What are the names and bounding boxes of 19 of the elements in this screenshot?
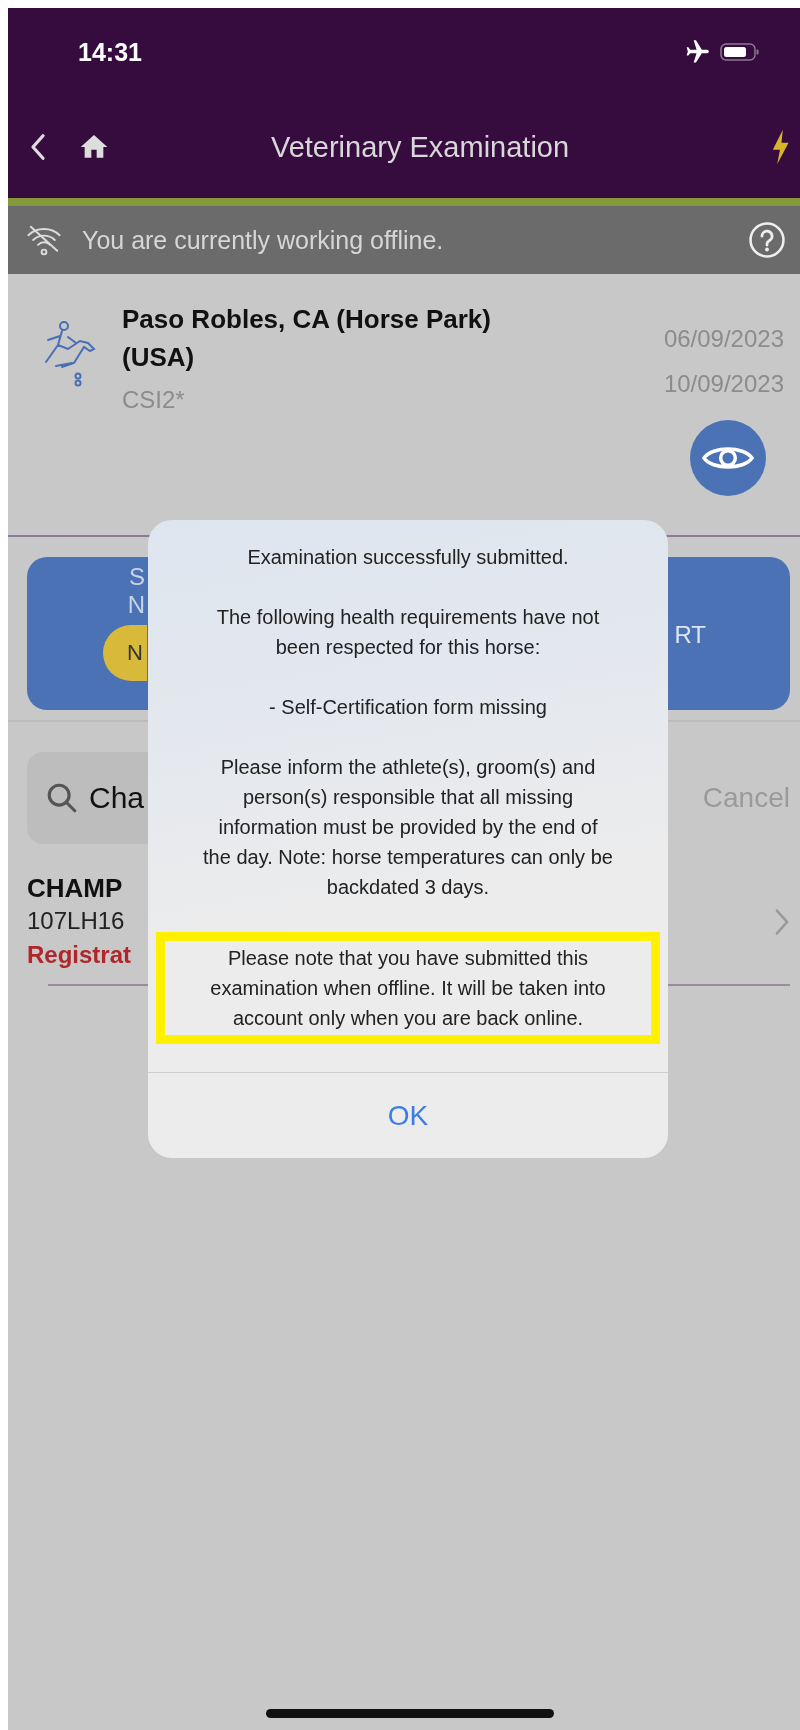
- dialog-message: Examination successfully submitted.: [246, 545, 570, 570]
- horse-name: CHAMP: [27, 872, 123, 904]
- event-category: CSI2*: [122, 386, 186, 414]
- dialog-message: - Self-Certification form missing: [268, 695, 548, 720]
- dialog-note: Please note that you have submitted this examination when offline. It will be taken into account only when you are back online.: [209, 946, 607, 1031]
- registration-status: Registrat: [27, 940, 132, 970]
- offline-message: You are currently working offline.: [82, 225, 445, 255]
- panel-text: N: [127, 591, 145, 619]
- status-pill: N: [103, 625, 147, 681]
- event-name: Paso Robles, CA (Horse Park) (USA): [122, 303, 492, 374]
- panel-text: S: [129, 563, 145, 591]
- dialog-message: Please inform the athlete(s), groom(s) and person(s) responsible that all missing information must be provided by the end of the day. Note: horse temperatures can only be backdated 3 days.: [202, 755, 614, 900]
- panel-text: RT: [674, 621, 706, 649]
- screen-title: Veterinary Examination: [269, 130, 571, 164]
- end-date: 10/09/2023: [663, 369, 784, 399]
- dialog-message: The following health requirements have not been respected for this horse:: [215, 605, 601, 660]
- status-time: 14:31: [78, 37, 142, 67]
- start-date: 06/09/2023: [663, 324, 784, 354]
- horse-id: 107LH16: [27, 906, 125, 936]
